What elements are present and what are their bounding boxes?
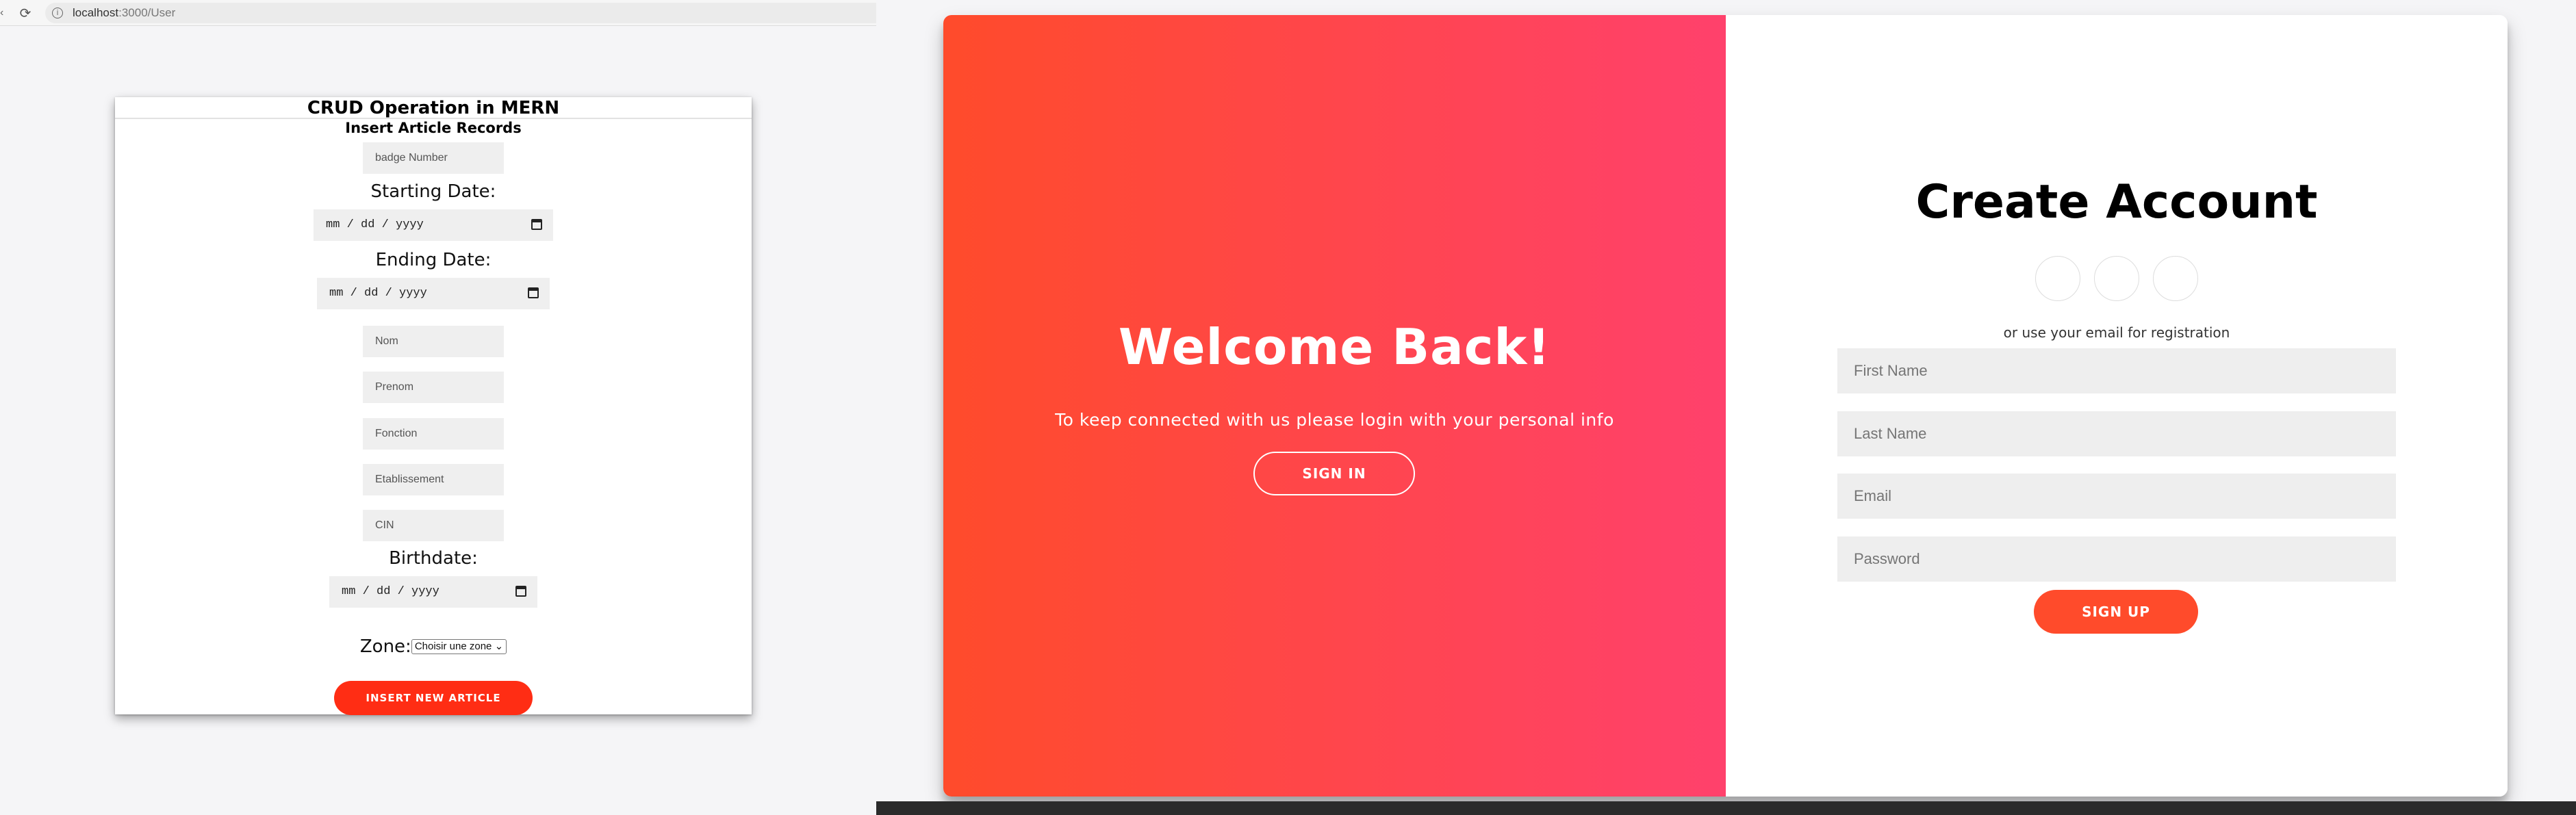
social-icon[interactable] <box>2035 256 2080 301</box>
crud-subtitle: Insert Article Records <box>345 120 522 136</box>
left-browser-pane: ‹ ⟳ i localhost:3000/User CRUD Operation… <box>0 0 876 815</box>
cin-input[interactable]: CIN <box>363 510 504 541</box>
prenom-input[interactable]: Prenom <box>363 372 504 403</box>
chevron-down-icon: ⌄ <box>494 641 504 652</box>
ending-date-input[interactable]: mm / dd / yyyy <box>317 278 550 309</box>
registration-hint: or use your email for registration <box>2003 324 2230 341</box>
crud-title: CRUD Operation in MERN <box>307 98 560 118</box>
birthdate-label: Birthdate: <box>389 548 478 569</box>
starting-date-label: Starting Date: <box>370 181 496 202</box>
first-name-input[interactable]: First Name <box>1837 348 2396 393</box>
create-account-panel: Create Account or use your email for reg… <box>1726 15 2508 797</box>
sign-in-button[interactable]: SIGN IN <box>1253 452 1415 495</box>
starting-date-input[interactable]: mm / dd / yyyy <box>314 209 553 241</box>
fonction-input[interactable]: Fonction <box>363 418 504 450</box>
url-text: localhost:3000/User <box>73 7 175 19</box>
back-icon[interactable]: ‹ <box>0 7 7 19</box>
welcome-title: Welcome Back! <box>1118 318 1551 376</box>
badge-number-input[interactable]: badge Number <box>363 142 504 174</box>
social-icons-row <box>1726 256 2508 301</box>
reload-icon[interactable]: ⟳ <box>18 5 33 21</box>
social-icon[interactable] <box>2153 256 2199 301</box>
url-path: :3000/User <box>118 6 176 19</box>
birthdate-input[interactable]: mm / dd / yyyy <box>329 576 537 608</box>
address-bar[interactable]: i localhost:3000/User <box>45 3 876 23</box>
info-icon[interactable]: i <box>52 8 63 18</box>
create-account-title: Create Account <box>1915 175 2318 229</box>
last-name-input[interactable]: Last Name <box>1837 411 2396 456</box>
email-input[interactable]: Email <box>1837 474 2396 519</box>
calendar-icon[interactable] <box>515 586 526 597</box>
bottom-taskbar <box>876 801 2576 815</box>
zone-label: Zone: <box>359 636 411 657</box>
ending-date-label: Ending Date: <box>375 250 492 270</box>
zone-select-value: Choisir une zone <box>414 641 492 652</box>
welcome-text: To keep connected with us please login w… <box>1055 410 1614 430</box>
welcome-overlay-panel: Welcome Back! To keep connected with us … <box>943 15 1726 797</box>
nom-input[interactable]: Nom <box>363 326 504 357</box>
social-icon[interactable] <box>2094 256 2139 301</box>
zone-row: Zone: Choisir une zone ⌄ <box>115 636 752 659</box>
sign-up-button[interactable]: SIGN UP <box>2034 590 2198 634</box>
screen: ‹ ⟳ i localhost:3000/User CRUD Operation… <box>0 0 2576 815</box>
crud-form-card: CRUD Operation in MERN Insert Article Re… <box>115 97 752 715</box>
ending-date-value: mm / dd / yyyy <box>329 287 427 300</box>
insert-new-article-button[interactable]: INSERT NEW ARTICLE <box>334 681 533 715</box>
etablissement-input[interactable]: Etablissement <box>363 464 504 495</box>
url-host: localhost <box>73 6 119 19</box>
calendar-icon[interactable] <box>531 219 542 230</box>
zone-select[interactable]: Choisir une zone ⌄ <box>411 639 507 654</box>
starting-date-value: mm / dd / yyyy <box>326 218 424 231</box>
calendar-icon[interactable] <box>528 287 539 298</box>
auth-container: Welcome Back! To keep connected with us … <box>943 15 2508 797</box>
birthdate-value: mm / dd / yyyy <box>342 585 439 598</box>
password-input[interactable]: Password <box>1837 536 2396 582</box>
browser-toolbar: ‹ ⟳ i localhost:3000/User <box>0 0 876 26</box>
